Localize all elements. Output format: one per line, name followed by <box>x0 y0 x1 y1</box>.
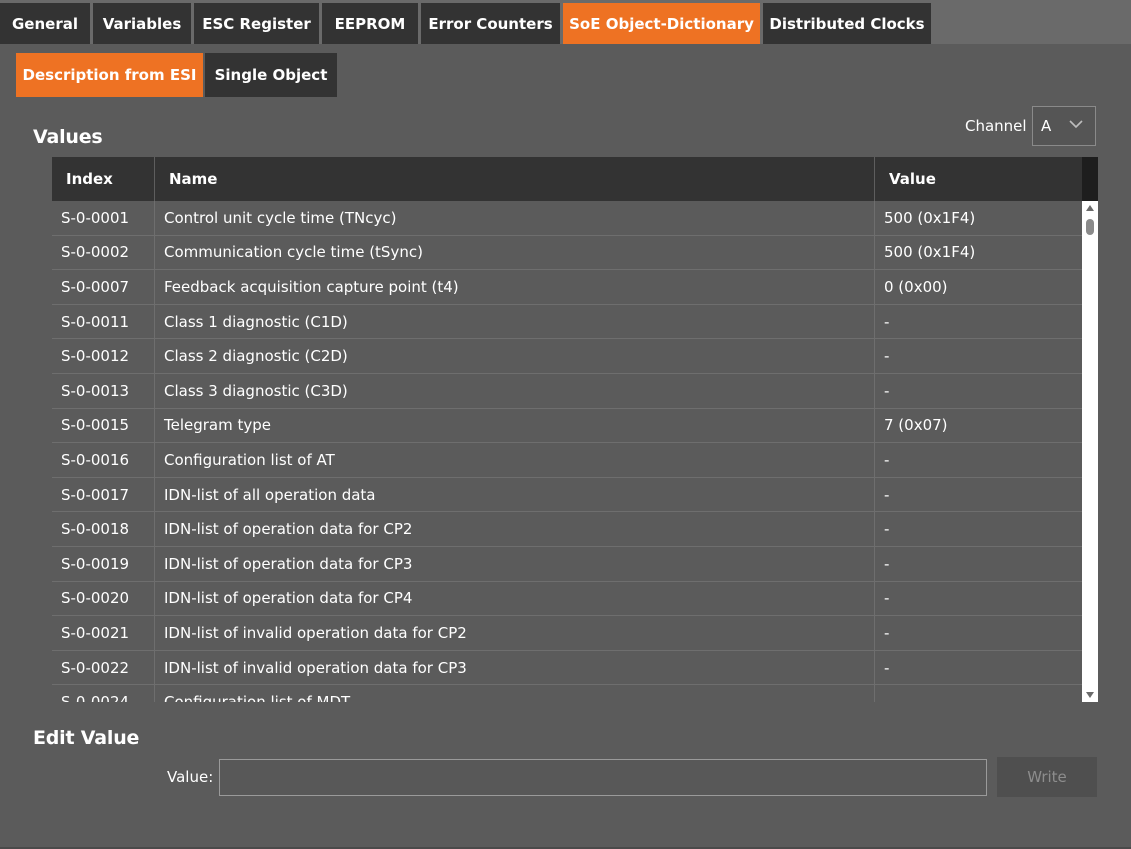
tab-general[interactable]: General <box>0 3 90 44</box>
row-index-cell: S-0-0001 <box>52 201 155 235</box>
row-index-cell: S-0-0015 <box>52 408 155 443</box>
row-value-cell: - <box>884 347 890 366</box>
table-row[interactable]: S-0-0021 IDN-list of invalid operation da… <box>52 616 1082 651</box>
table-row[interactable]: S-0-0001 Control unit cycle time (TNcyc) 5… <box>52 201 1082 236</box>
table-row[interactable]: S-0-0020 IDN-list of operation data for C… <box>52 581 1082 617</box>
row-index-cell: S-0-0018 <box>52 512 155 546</box>
row-index-cell: S-0-0002 <box>52 235 155 270</box>
row-index-cell: S-0-0013 <box>52 373 155 408</box>
tab-esc-register[interactable]: ESC Register <box>194 3 319 44</box>
row-value-cell: - <box>875 685 1082 702</box>
row-name-cell: Class 1 diagnostic (C1D) <box>155 304 875 339</box>
subtab-description-from-esi[interactable]: Description from ESI <box>16 53 203 97</box>
row-name-cell: IDN-list of invalid operation data for C… <box>155 650 875 685</box>
row-value-cell: - <box>884 312 890 331</box>
channel-select[interactable]: A <box>1032 106 1096 146</box>
table-row[interactable]: S-0-0022 IDN-list of invalid operation da… <box>52 650 1082 686</box>
table-body: S-0-0001 Control unit cycle time (TNcyc) 5… <box>52 201 1082 702</box>
table-row[interactable]: S-0-0016 Configuration list of AT - <box>52 443 1082 478</box>
column-header-name[interactable]: Name <box>155 157 875 201</box>
row-index-cell: S-0-0021 <box>52 616 155 650</box>
row-name-cell: IDN-list of operation data for CP4 <box>155 581 875 616</box>
row-value-cell: 0 (0x00) <box>884 277 948 296</box>
row-value-cell: 500 (0x1F4) <box>884 208 976 227</box>
row-name-cell: Class 3 diagnostic (C3D) <box>155 373 875 408</box>
table-row[interactable]: S-0-0017 IDN-list of all operation data - <box>52 477 1082 513</box>
arrow-down-icon[interactable] <box>1085 690 1095 700</box>
row-value-cell: - <box>884 623 890 642</box>
values-table: Index Name Value S-0-0001 Control unit cy… <box>52 157 1098 702</box>
row-index-cell: S-0-0022 <box>52 650 155 685</box>
row-name-cell: Control unit cycle time (TNcyc) <box>155 201 875 235</box>
scrollbar-thumb[interactable] <box>1086 219 1094 235</box>
tab-soe-object-dictionary[interactable]: SoE Object-Dictionary <box>563 3 760 44</box>
row-value-cell: - <box>884 658 890 677</box>
row-name-cell: Feedback acquisition capture point (t4) <box>155 270 875 304</box>
row-name-cell: Class 2 diagnostic (C2D) <box>155 339 875 373</box>
row-index-cell: S-0-0017 <box>52 477 155 512</box>
row-name-cell: IDN-list of operation data for CP2 <box>155 512 875 546</box>
row-value-cell: - <box>884 520 890 539</box>
chevron-down-icon <box>1069 120 1083 129</box>
table-row[interactable]: S-0-0002 Communication cycle time (tSync)… <box>52 235 1082 271</box>
row-value-cell: - <box>884 554 890 573</box>
row-value-cell: - <box>884 589 890 608</box>
table-row[interactable]: S-0-0013 Class 3 diagnostic (C3D) - <box>52 373 1082 409</box>
tab-distributed-clocks[interactable]: Distributed Clocks <box>763 3 931 44</box>
row-value-cell: 7 (0x07) <box>884 416 948 435</box>
row-name-cell: Configuration list of MDT <box>155 685 875 702</box>
row-index-cell: S-0-0020 <box>52 581 155 616</box>
table-row[interactable]: S-0-0007 Feedback acquisition capture poi… <box>52 270 1082 305</box>
channel-label: Channel <box>965 117 1027 135</box>
table-row[interactable]: S-0-0011 Class 1 diagnostic (C1D) - <box>52 304 1082 340</box>
row-name-cell: IDN-list of operation data for CP3 <box>155 546 875 581</box>
column-header-index[interactable]: Index <box>52 157 155 201</box>
values-title: Values <box>33 126 103 148</box>
row-value-cell: - <box>884 450 890 469</box>
value-input[interactable] <box>219 759 987 796</box>
vertical-scrollbar[interactable] <box>1082 201 1098 702</box>
arrow-up-icon[interactable] <box>1085 203 1095 213</box>
header-corner <box>1082 157 1098 201</box>
row-index-cell: S-0-0012 <box>52 339 155 373</box>
row-name-cell: IDN-list of invalid operation data for C… <box>155 616 875 650</box>
row-index-cell: S-0-0019 <box>52 546 155 581</box>
row-value-cell: - <box>884 485 890 504</box>
table-row[interactable]: S-0-0019 IDN-list of operation data for C… <box>52 546 1082 582</box>
edit-value-title: Edit Value <box>33 727 140 749</box>
tab-eeprom[interactable]: EEPROM <box>322 3 418 44</box>
channel-select-value: A <box>1041 117 1052 135</box>
tab-variables[interactable]: Variables <box>93 3 191 44</box>
row-index-cell: S-0-0007 <box>52 270 155 304</box>
table-header: Index Name Value <box>52 157 1082 201</box>
column-header-value[interactable]: Value <box>875 157 1082 201</box>
write-button[interactable]: Write <box>997 757 1097 797</box>
table-row[interactable]: S-0-0018 IDN-list of operation data for C… <box>52 512 1082 547</box>
tab-error-counters[interactable]: Error Counters <box>421 3 560 44</box>
top-tab-bar: General Variables ESC Register EEPROM Er… <box>0 0 1131 44</box>
row-name-cell: Telegram type <box>155 408 875 443</box>
row-index-cell: S-0-0024 <box>52 685 155 702</box>
row-name-cell: IDN-list of all operation data <box>155 477 875 512</box>
row-name-cell: Communication cycle time (tSync) <box>155 235 875 270</box>
table-row[interactable]: S-0-0015 Telegram type 7 (0x07) <box>52 408 1082 444</box>
row-name-cell: Configuration list of AT <box>155 443 875 477</box>
subtab-single-object[interactable]: Single Object <box>205 53 337 97</box>
row-index-cell: S-0-0016 <box>52 443 155 477</box>
table-row[interactable]: S-0-0024Configuration list of MDT- <box>52 685 1082 702</box>
value-label: Value: <box>167 768 214 786</box>
row-index-cell: S-0-0011 <box>52 304 155 339</box>
table-row[interactable]: S-0-0012 Class 2 diagnostic (C2D) - <box>52 339 1082 374</box>
row-value-cell: - <box>884 381 890 400</box>
row-value-cell: 500 (0x1F4) <box>884 243 976 262</box>
